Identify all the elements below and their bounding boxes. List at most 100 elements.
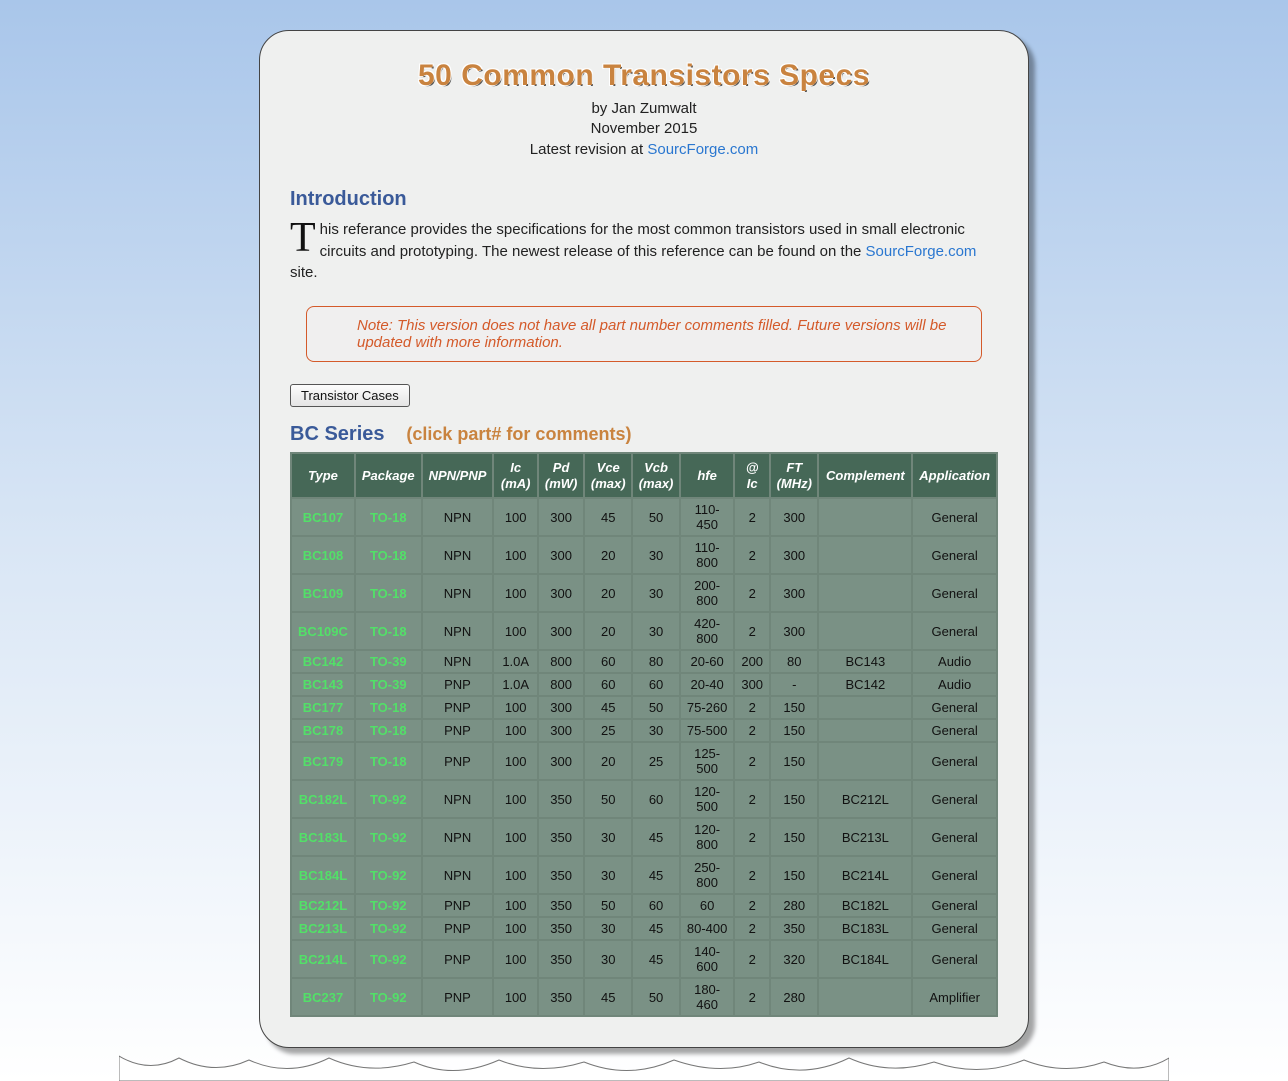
ft-cell: 350	[771, 918, 817, 939]
intro-link[interactable]: SourcForge.com	[866, 243, 977, 260]
part-number-link[interactable]: BC142	[303, 654, 343, 669]
hfe-cell: 125-500	[681, 743, 733, 779]
app-cell: General	[913, 941, 996, 977]
hfe-cell: 250-800	[681, 857, 733, 893]
pd-cell: 350	[539, 819, 583, 855]
part-number-link[interactable]: BC143	[303, 677, 343, 692]
pd-cell: 800	[539, 651, 583, 672]
part-number-link[interactable]: BC214L	[299, 952, 347, 967]
package-cell: TO-92	[356, 918, 421, 939]
ic-cell: 100	[494, 895, 536, 916]
table-row: BC142TO-39NPN1.0A800608020-6020080BC143A…	[292, 651, 996, 672]
part-number-link[interactable]: BC237	[303, 990, 343, 1005]
intro-heading: Introduction	[290, 188, 998, 211]
part-number-cell: BC237	[292, 979, 354, 1015]
pd-cell: 350	[539, 895, 583, 916]
atic-cell: 2	[735, 720, 769, 741]
part-number-link[interactable]: BC183L	[299, 830, 347, 845]
part-number-link[interactable]: BC212L	[299, 898, 347, 913]
vce-cell: 20	[585, 613, 631, 649]
ft-cell: 280	[771, 895, 817, 916]
series-header: BC Series (click part# for comments)	[290, 423, 998, 446]
package-cell: TO-18	[356, 575, 421, 611]
col-header: Vcb(max)	[633, 454, 679, 497]
np-cell: PNP	[423, 743, 493, 779]
app-cell: General	[913, 575, 996, 611]
vcb-cell: 45	[633, 819, 679, 855]
vce-cell: 60	[585, 651, 631, 672]
table-row: BC182LTO-92NPN1003505060120-5002150BC212…	[292, 781, 996, 817]
table-row: BC184LTO-92NPN1003503045250-8002150BC214…	[292, 857, 996, 893]
ic-cell: 100	[494, 697, 536, 718]
vce-cell: 60	[585, 674, 631, 695]
col-header: NPN/PNP	[423, 454, 493, 497]
app-cell: General	[913, 743, 996, 779]
app-cell: General	[913, 918, 996, 939]
ic-cell: 100	[494, 819, 536, 855]
col-header: Type	[292, 454, 354, 497]
package-cell: TO-18	[356, 613, 421, 649]
part-number-link[interactable]: BC179	[303, 754, 343, 769]
part-number-link[interactable]: BC107	[303, 510, 343, 525]
revision-link[interactable]: SourcForge.com	[647, 141, 758, 158]
torn-edge-decoration	[119, 1046, 1169, 1081]
vce-cell: 20	[585, 743, 631, 779]
part-number-link[interactable]: BC178	[303, 723, 343, 738]
part-number-link[interactable]: BC184L	[299, 868, 347, 883]
part-number-link[interactable]: BC108	[303, 548, 343, 563]
col-header: FT(MHz)	[771, 454, 817, 497]
part-number-link[interactable]: BC109	[303, 586, 343, 601]
col-header: @Ic	[735, 454, 769, 497]
part-number-link[interactable]: BC177	[303, 700, 343, 715]
pd-cell: 300	[539, 575, 583, 611]
ft-cell: 150	[771, 697, 817, 718]
np-cell: PNP	[423, 941, 493, 977]
app-cell: General	[913, 499, 996, 535]
ic-cell: 100	[494, 941, 536, 977]
comp-cell	[819, 697, 911, 718]
page-title: 50 Common Transistors Specs	[290, 59, 998, 93]
np-cell: NPN	[423, 613, 493, 649]
ic-cell: 100	[494, 743, 536, 779]
series-name: BC Series	[290, 423, 385, 445]
hfe-cell: 420-800	[681, 613, 733, 649]
table-row: BC183LTO-92NPN1003503045120-8002150BC213…	[292, 819, 996, 855]
vce-cell: 45	[585, 499, 631, 535]
transistor-cases-button[interactable]: Transistor Cases	[290, 384, 410, 407]
table-row: BC177TO-18PNP100300455075-2602150General	[292, 697, 996, 718]
np-cell: PNP	[423, 720, 493, 741]
pd-cell: 300	[539, 499, 583, 535]
atic-cell: 2	[735, 979, 769, 1015]
atic-cell: 2	[735, 743, 769, 779]
part-number-link[interactable]: BC213L	[299, 921, 347, 936]
series-hint: (click part# for comments)	[406, 424, 631, 444]
hfe-cell: 20-60	[681, 651, 733, 672]
ft-cell: 300	[771, 537, 817, 573]
app-cell: General	[913, 857, 996, 893]
part-number-cell: BC183L	[292, 819, 354, 855]
hfe-cell: 110-450	[681, 499, 733, 535]
vce-cell: 30	[585, 819, 631, 855]
hfe-cell: 180-460	[681, 979, 733, 1015]
table-row: BC107TO-18NPN1003004550110-4502300Genera…	[292, 499, 996, 535]
part-number-cell: BC214L	[292, 941, 354, 977]
vcb-cell: 30	[633, 720, 679, 741]
table-row: BC109TO-18NPN1003002030200-8002300Genera…	[292, 575, 996, 611]
ic-cell: 100	[494, 918, 536, 939]
vcb-cell: 60	[633, 674, 679, 695]
table-row: BC237TO-92PNP1003504550180-4602280Amplif…	[292, 979, 996, 1015]
part-number-link[interactable]: BC182L	[299, 792, 347, 807]
part-number-link[interactable]: BC109C	[298, 624, 348, 639]
revision-prefix: Latest revision at	[530, 141, 648, 158]
vcb-cell: 50	[633, 697, 679, 718]
comp-cell	[819, 720, 911, 741]
ic-cell: 100	[494, 781, 536, 817]
comp-cell	[819, 613, 911, 649]
np-cell: NPN	[423, 781, 493, 817]
comp-cell	[819, 499, 911, 535]
vcb-cell: 50	[633, 499, 679, 535]
app-cell: Amplifier	[913, 979, 996, 1015]
atic-cell: 200	[735, 651, 769, 672]
app-cell: General	[913, 781, 996, 817]
col-header: Application	[913, 454, 996, 497]
